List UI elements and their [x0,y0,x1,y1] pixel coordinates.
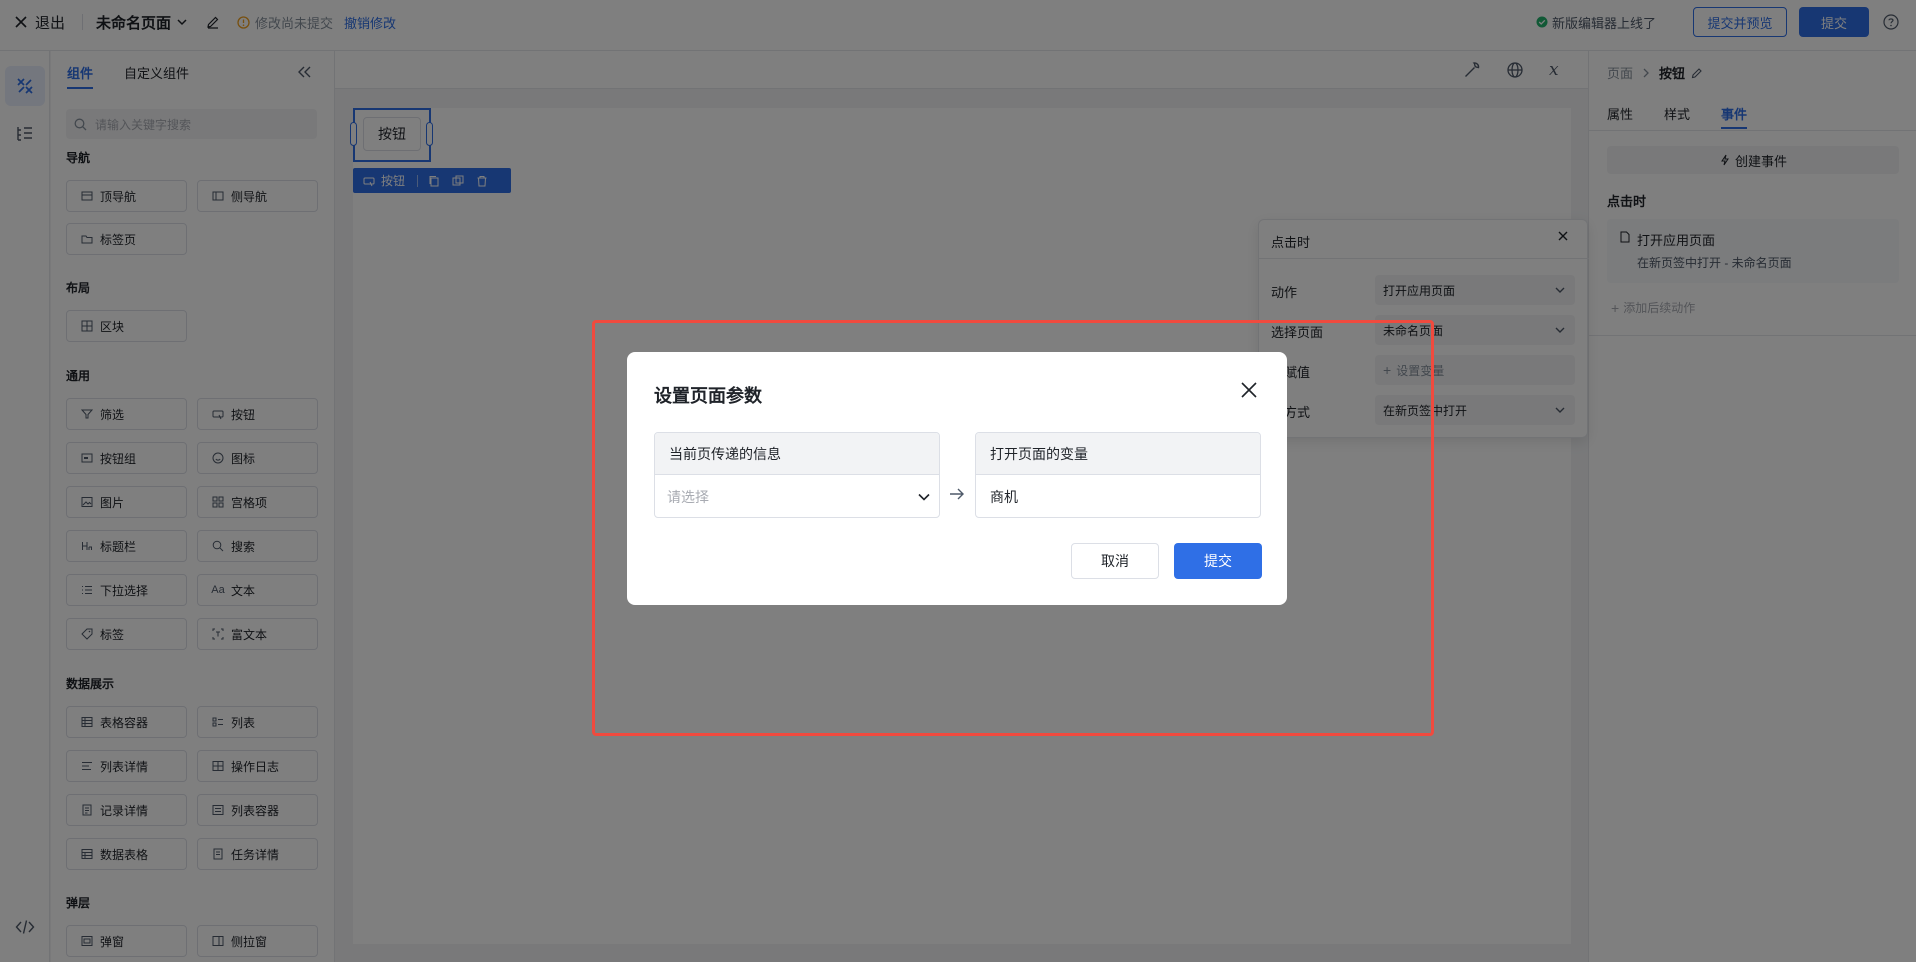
source-select[interactable]: 请选择 [655,475,939,517]
source-column: 当前页传递的信息 请选择 [654,432,940,518]
close-icon [1241,382,1257,398]
target-header: 打开页面的变量 [976,433,1260,475]
target-variable: 商机 [990,488,1018,505]
dialog-title: 设置页面参数 [654,386,762,406]
cancel-button[interactable]: 取消 [1071,543,1159,579]
source-header: 当前页传递的信息 [655,433,939,475]
dialog-close-button[interactable] [1239,380,1259,403]
source-placeholder: 请选择 [667,488,709,505]
page-params-dialog: 设置页面参数 当前页传递的信息 请选择 打开页面的变量 商机 取消 提交 [627,352,1287,605]
chevron-down-icon [918,493,930,501]
arrow-right-icon [949,487,965,504]
dialog-submit-button[interactable]: 提交 [1174,543,1262,579]
target-column: 打开页面的变量 商机 [975,432,1261,518]
